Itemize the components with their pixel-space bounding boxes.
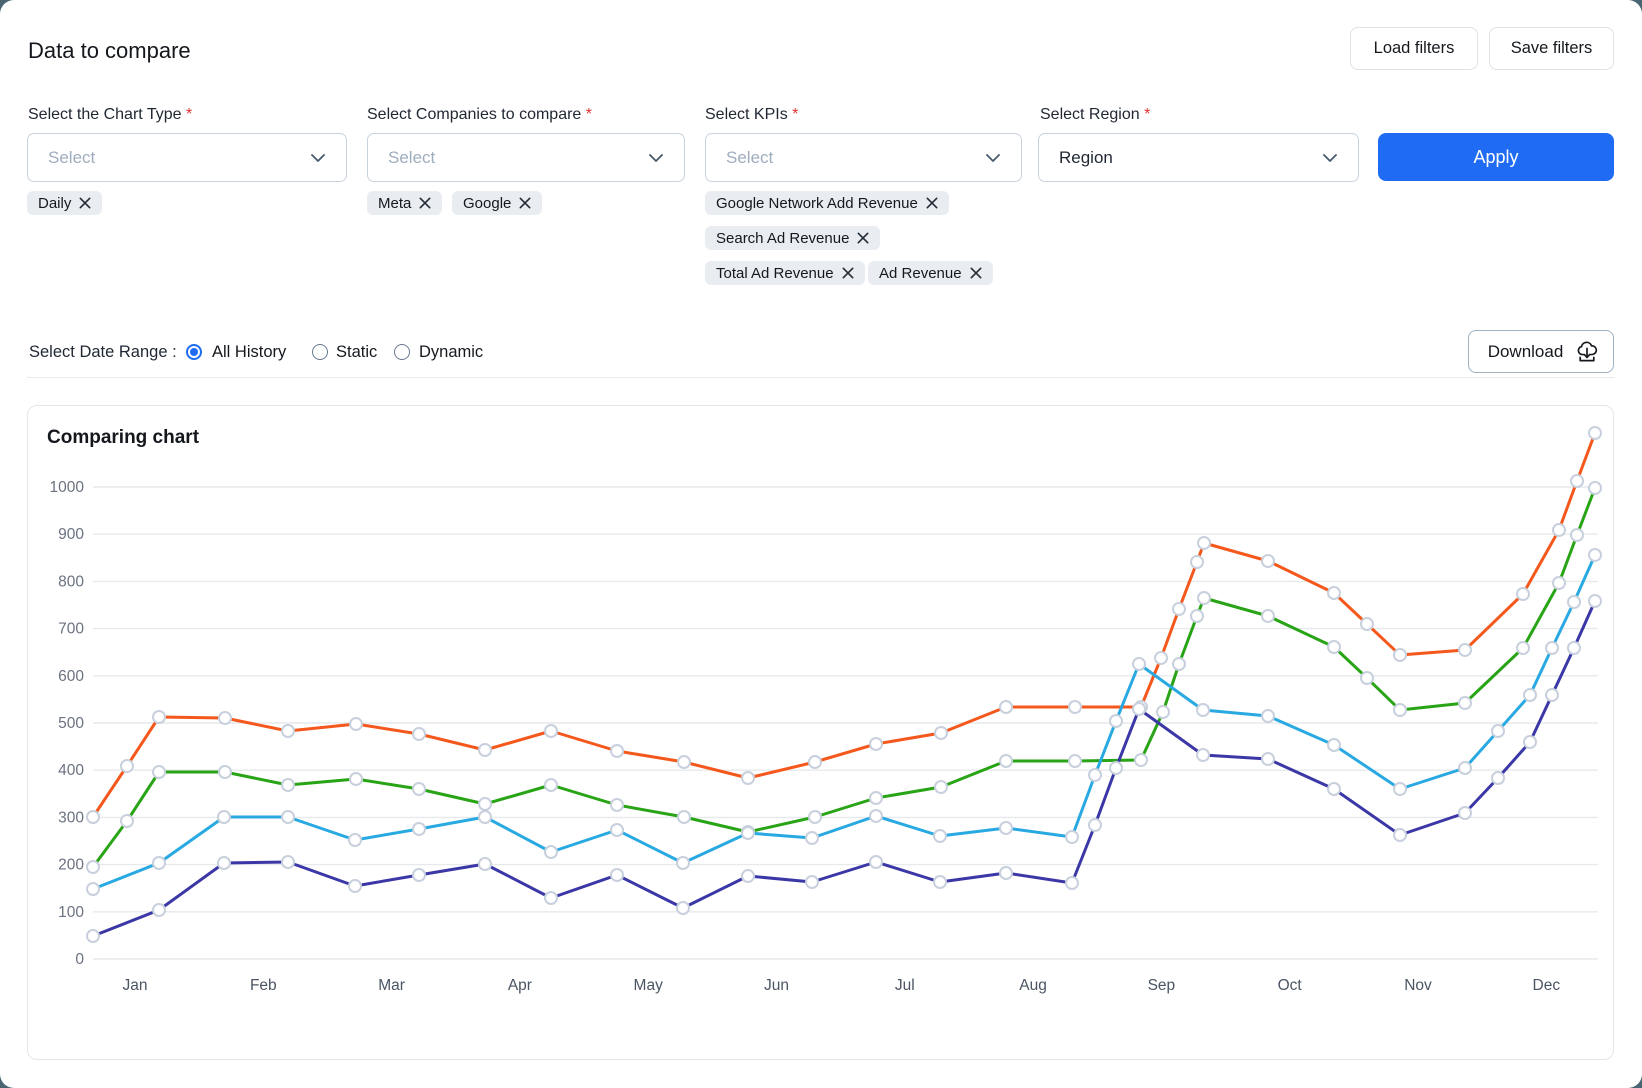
- svg-text:700: 700: [58, 621, 84, 638]
- svg-text:600: 600: [58, 668, 84, 685]
- svg-text:Sep: Sep: [1148, 977, 1176, 994]
- svg-text:300: 300: [58, 809, 84, 826]
- svg-text:Jun: Jun: [764, 977, 789, 994]
- svg-text:Dec: Dec: [1533, 977, 1561, 994]
- svg-text:100: 100: [58, 904, 84, 921]
- svg-text:Oct: Oct: [1278, 977, 1303, 994]
- svg-text:Apr: Apr: [508, 977, 532, 994]
- svg-text:Jul: Jul: [895, 977, 915, 994]
- svg-text:900: 900: [58, 526, 84, 543]
- svg-text:400: 400: [58, 762, 84, 779]
- svg-text:200: 200: [58, 857, 84, 874]
- svg-text:Jan: Jan: [123, 977, 148, 994]
- svg-text:May: May: [634, 977, 664, 994]
- svg-text:0: 0: [75, 951, 84, 968]
- svg-text:Mar: Mar: [378, 977, 405, 994]
- svg-text:1000: 1000: [50, 479, 85, 496]
- svg-text:Nov: Nov: [1404, 977, 1432, 994]
- svg-text:Feb: Feb: [250, 977, 277, 994]
- svg-text:Aug: Aug: [1019, 977, 1047, 994]
- svg-text:500: 500: [58, 715, 84, 732]
- svg-text:800: 800: [58, 573, 84, 590]
